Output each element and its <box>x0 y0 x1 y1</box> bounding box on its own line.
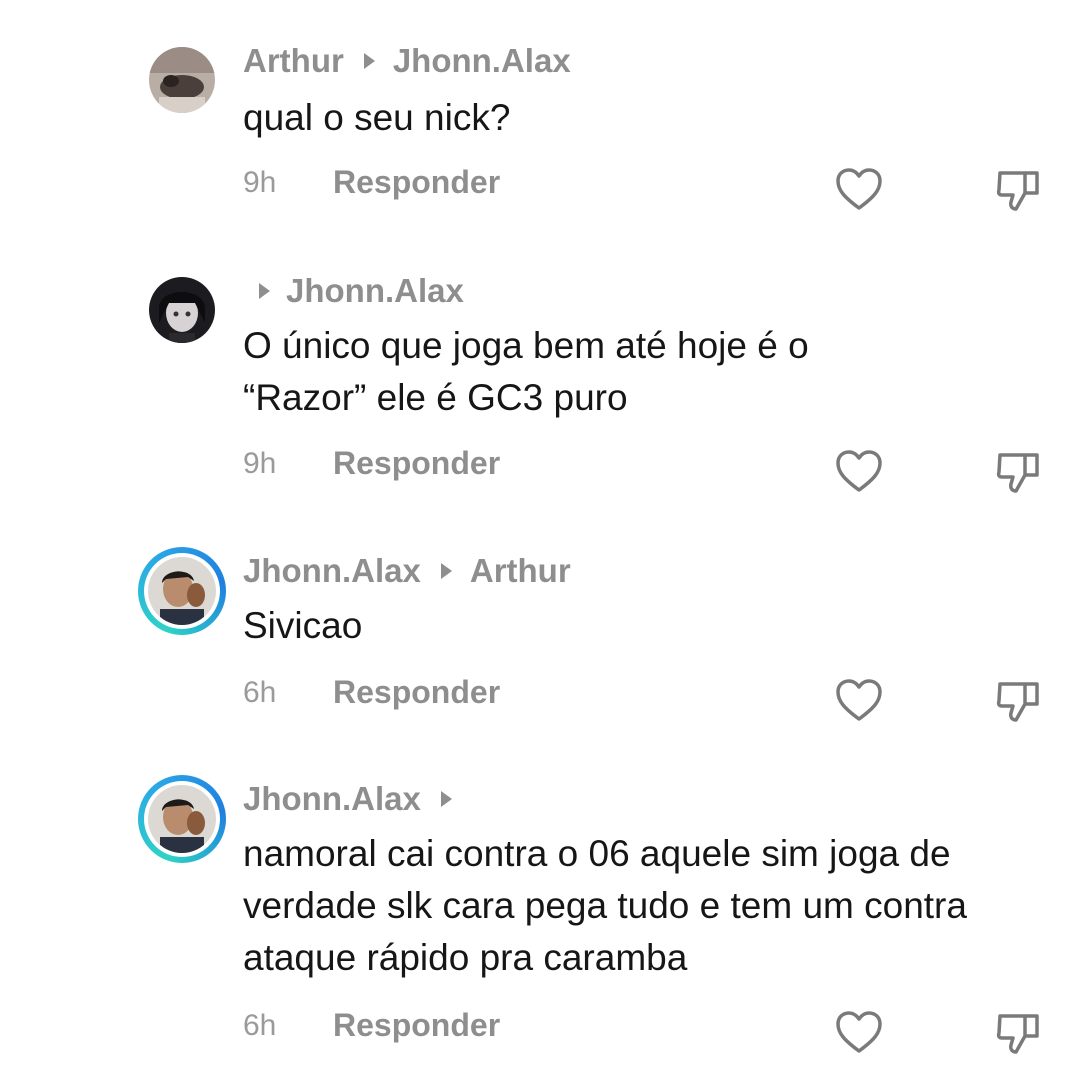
avatar-story-ring[interactable] <box>138 547 226 635</box>
comment-meta: 9h Responder <box>243 164 500 201</box>
avatar <box>148 785 216 853</box>
thumbs-down-icon[interactable] <box>994 447 1044 497</box>
reply-button[interactable]: Responder <box>333 445 500 482</box>
avatar-ring-gap <box>144 781 220 857</box>
author-name[interactable]: Arthur <box>243 42 344 80</box>
comment-text: qual o seu nick? <box>243 97 511 138</box>
thumbs-down-icon[interactable] <box>994 165 1044 215</box>
author-name[interactable]: Jhonn.Alax <box>243 552 421 590</box>
heart-icon[interactable] <box>834 676 884 726</box>
reply-button[interactable]: Responder <box>333 674 500 711</box>
comment-text: Sivicao <box>243 605 363 646</box>
comment-header: Jhonn.Alax Arthur <box>243 552 571 590</box>
avatar-ring-gap <box>144 553 220 629</box>
reply-arrow-icon <box>440 563 452 579</box>
reply-to-name[interactable]: Arthur <box>470 552 571 590</box>
comment-meta: 6h Responder <box>243 1007 500 1044</box>
avatar <box>148 557 216 625</box>
timestamp: 9h <box>243 446 277 480</box>
comment-header: Jhonn.Alax <box>243 780 470 818</box>
reply-to-name[interactable]: Jhonn.Alax <box>286 272 464 310</box>
heart-icon[interactable] <box>834 447 884 497</box>
avatar[interactable] <box>149 47 215 113</box>
reply-arrow-icon <box>363 53 375 69</box>
thumbs-down-icon[interactable] <box>994 1008 1044 1058</box>
timestamp: 6h <box>243 675 277 709</box>
heart-icon[interactable] <box>834 165 884 215</box>
reply-arrow-icon <box>259 283 270 299</box>
timestamp: 6h <box>243 1008 277 1042</box>
comment-meta: 9h Responder <box>243 445 500 482</box>
comment-text: namoral cai contra o 06 aquele sim joga … <box>243 833 967 978</box>
author-name[interactable]: Jhonn.Alax <box>243 780 421 818</box>
comment-header: Jhonn.Alax <box>243 272 464 310</box>
heart-icon[interactable] <box>834 1008 884 1058</box>
reply-to-name[interactable]: Jhonn.Alax <box>393 42 571 80</box>
avatar-story-ring[interactable] <box>138 775 226 863</box>
comment-header: Arthur Jhonn.Alax <box>243 42 571 80</box>
reply-button[interactable]: Responder <box>333 164 500 201</box>
comment-meta: 6h Responder <box>243 674 500 711</box>
avatar[interactable] <box>149 277 215 343</box>
thumbs-down-icon[interactable] <box>994 676 1044 726</box>
reply-button[interactable]: Responder <box>333 1007 500 1044</box>
timestamp: 9h <box>243 165 277 199</box>
comment-text: O único que joga bem até hoje é o “Razor… <box>243 325 809 418</box>
reply-arrow-icon <box>440 791 452 807</box>
